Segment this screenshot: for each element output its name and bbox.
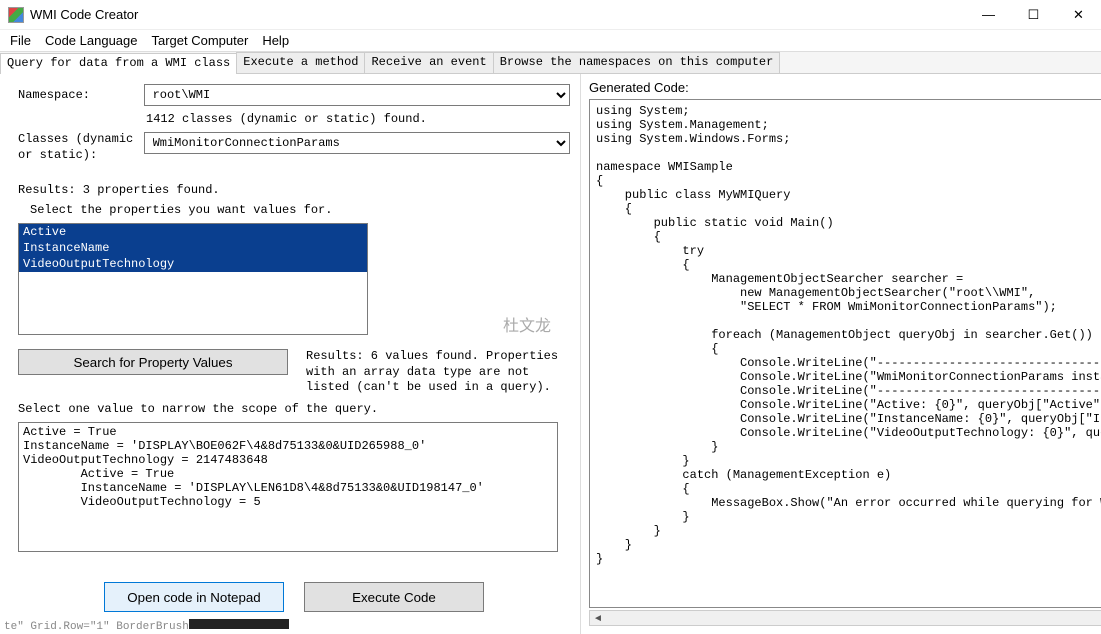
window-title: WMI Code Creator: [30, 7, 966, 22]
titlebar: WMI Code Creator — ☐ ✕: [0, 0, 1101, 30]
classes-select[interactable]: WmiMonitorConnectionParams: [144, 132, 570, 154]
generated-code-box[interactable]: using System; using System.Management; u…: [589, 99, 1101, 608]
select-value-line: Select one value to narrow the scope of …: [18, 402, 570, 416]
generated-code-label: Generated Code:: [589, 80, 1101, 95]
tab-receive-event[interactable]: Receive an event: [364, 52, 493, 73]
search-property-values-button[interactable]: Search for Property Values: [18, 349, 288, 375]
classes-count-line: 1412 classes (dynamic or static) found.: [18, 112, 570, 126]
minimize-button[interactable]: —: [966, 0, 1011, 29]
left-panel: Namespace: root\WMI 1412 classes (dynami…: [0, 74, 580, 634]
values-textarea[interactable]: [18, 422, 558, 552]
maximize-button[interactable]: ☐: [1011, 0, 1056, 29]
menu-target-computer[interactable]: Target Computer: [151, 33, 248, 48]
window-controls: — ☐ ✕: [966, 0, 1101, 29]
list-item[interactable]: Active: [19, 224, 367, 240]
select-properties-line: Select the properties you want values fo…: [18, 203, 570, 217]
tabstrip: Query for data from a WMI class Execute …: [0, 52, 1101, 74]
tab-query[interactable]: Query for data from a WMI class: [0, 53, 237, 74]
namespace-row: Namespace: root\WMI: [18, 84, 570, 106]
close-button[interactable]: ✕: [1056, 0, 1101, 29]
menubar: File Code Language Target Computer Help: [0, 30, 1101, 52]
results-values-line: Results: 6 values found. Properties with…: [306, 349, 570, 396]
menu-file[interactable]: File: [10, 33, 31, 48]
list-item[interactable]: VideoOutputTechnology: [19, 256, 367, 272]
namespace-select[interactable]: root\WMI: [144, 84, 570, 106]
content-area: Namespace: root\WMI 1412 classes (dynami…: [0, 74, 1101, 634]
menu-code-language[interactable]: Code Language: [45, 33, 138, 48]
tab-execute-method[interactable]: Execute a method: [236, 52, 365, 73]
search-row: Search for Property Values Results: 6 va…: [18, 349, 570, 396]
scroll-left-icon[interactable]: ◄: [590, 611, 606, 625]
right-panel: Generated Code: using System; using Syst…: [580, 74, 1101, 634]
open-in-notepad-button[interactable]: Open code in Notepad: [104, 582, 284, 612]
results-properties-line: Results: 3 properties found.: [18, 183, 570, 197]
footer-strip: te" Grid.Row="1" BorderBrush: [0, 618, 293, 634]
execute-code-button[interactable]: Execute Code: [304, 582, 484, 612]
tab-browse-namespaces[interactable]: Browse the namespaces on this computer: [493, 52, 781, 73]
properties-listbox[interactable]: Active InstanceName VideoOutputTechnolog…: [18, 223, 368, 335]
namespace-label: Namespace:: [18, 88, 136, 102]
classes-label: Classes (dynamic or static):: [18, 132, 136, 163]
horizontal-scrollbar[interactable]: ◄ ►: [589, 610, 1101, 626]
app-icon: [8, 7, 24, 23]
menu-help[interactable]: Help: [262, 33, 289, 48]
list-item[interactable]: InstanceName: [19, 240, 367, 256]
classes-row: Classes (dynamic or static): WmiMonitorC…: [18, 132, 570, 163]
